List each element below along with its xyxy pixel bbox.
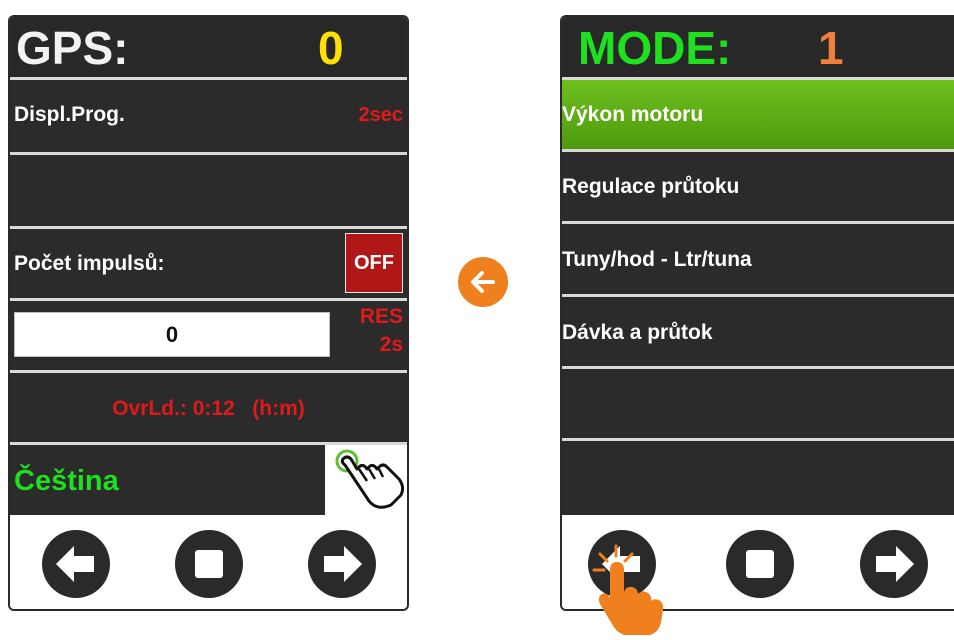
counter-row: 0 RES 2s: [10, 301, 407, 373]
reset-button[interactable]: RES 2s: [341, 303, 403, 359]
menu-item-label: Výkon motoru: [562, 103, 704, 126]
reset-time: 2s: [379, 333, 403, 356]
mode-header-value: 1: [818, 22, 844, 74]
language-label: Čeština: [14, 465, 119, 497]
arrow-left-icon: [56, 546, 94, 582]
menu-item-empty[interactable]: [562, 369, 954, 441]
language-row[interactable]: Čeština: [10, 445, 407, 515]
menu-item-label: Dávka a průtok: [562, 321, 713, 344]
menu-item-engine-power[interactable]: Výkon motoru: [562, 80, 954, 152]
stop-icon: [195, 550, 223, 578]
next-button[interactable]: [308, 530, 376, 598]
left-footer-nav: [10, 517, 407, 609]
impulse-toggle-button[interactable]: OFF: [345, 233, 403, 293]
mode-header-label: MODE:: [578, 22, 732, 74]
stop-button[interactable]: [726, 530, 794, 598]
arrow-right-icon: [324, 546, 362, 582]
back-indicator-icon: [458, 257, 508, 307]
reset-label: RES: [359, 305, 403, 328]
arrow-right-icon: [876, 546, 914, 582]
tap-gesture-icon: [586, 540, 670, 635]
stop-icon: [746, 550, 774, 578]
menu-item-flow-control[interactable]: Regulace průtoku: [562, 152, 954, 224]
display-prog-value: 2sec: [358, 104, 404, 126]
display-prog-label: Displ.Prog.: [14, 103, 125, 126]
display-prog-row[interactable]: Displ.Prog. 2sec: [10, 80, 407, 155]
gps-header-value: 0: [318, 22, 344, 74]
next-button[interactable]: [860, 530, 928, 598]
menu-item-label: Tuny/hod - Ltr/tuna: [562, 248, 752, 271]
tap-hint-icon: [325, 445, 407, 515]
counter-field[interactable]: 0: [14, 312, 330, 357]
mode-select-screen: MODE: 1 Výkon motoru Regulace průtoku Tu…: [560, 15, 954, 611]
prev-button[interactable]: [42, 530, 110, 598]
impulse-count-label: Počet impulsů:: [14, 252, 165, 275]
gps-header-label: GPS:: [16, 22, 129, 74]
stop-button[interactable]: [175, 530, 243, 598]
overload-row: OvrLd.: 0:12 (h:m): [10, 373, 407, 445]
mode-header: MODE: 1: [562, 17, 954, 80]
menu-item-empty[interactable]: [562, 441, 954, 515]
gps-header: GPS: 0: [10, 17, 407, 80]
menu-item-label: Regulace průtoku: [562, 175, 740, 198]
overload-text: OvrLd.: 0:12 (h:m): [112, 397, 305, 420]
gps-settings-screen: GPS: 0 Displ.Prog. 2sec Počet impulsů: O…: [8, 15, 409, 611]
impulse-count-row: Počet impulsů: OFF: [10, 229, 407, 301]
empty-row: [10, 155, 407, 229]
menu-item-tons-per-hour[interactable]: Tuny/hod - Ltr/tuna: [562, 224, 954, 297]
menu-item-dose-and-flow[interactable]: Dávka a průtok: [562, 297, 954, 369]
